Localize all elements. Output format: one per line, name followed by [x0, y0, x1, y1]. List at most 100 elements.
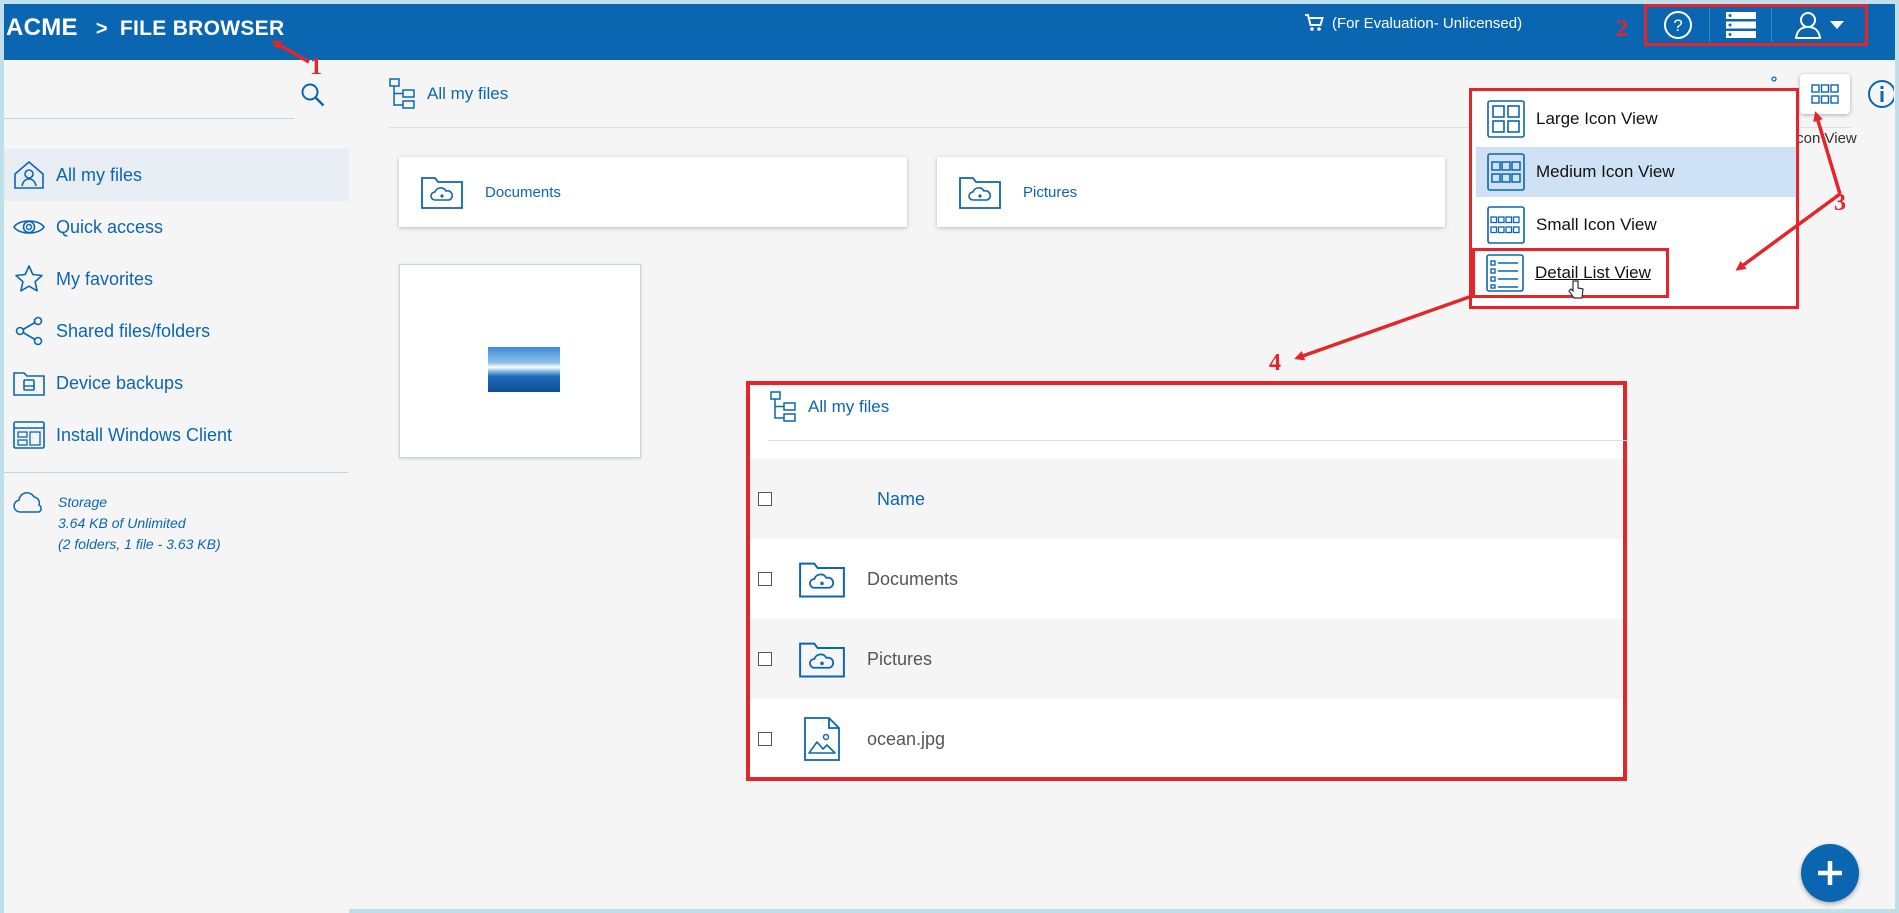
add-button[interactable]: [1801, 844, 1859, 902]
menu-item-label: Small Icon View: [1536, 215, 1657, 234]
star-icon: [12, 262, 46, 296]
caret-down-icon: [1829, 21, 1844, 29]
breadcrumb: ACME > FILE BROWSER: [6, 14, 284, 42]
annotation-label-4: 4: [1269, 350, 1281, 376]
sidebar-item-label: Shared files/folders: [56, 320, 211, 341]
menu-item-detail-list-view[interactable]: Detail List View: [1472, 248, 1669, 299]
server-icon: [1725, 12, 1756, 38]
user-icon: [1794, 12, 1821, 39]
info-icon: [1868, 80, 1894, 108]
breadcrumb-label: All my files: [808, 397, 890, 416]
sidebar-item-label: Device backups: [56, 372, 184, 393]
ocean-thumbnail: [488, 347, 560, 392]
detail-list-icon: [1485, 253, 1525, 293]
search-button[interactable]: [300, 82, 326, 113]
hand-cursor-icon: [1568, 280, 1584, 299]
share-icon: [12, 314, 46, 348]
sidebar-item-my-favorites[interactable]: My favorites: [4, 253, 349, 305]
sidebar-item-shared-files-folders[interactable]: Shared files/folders: [4, 305, 349, 357]
search-icon: [301, 83, 325, 107]
row-name: ocean.jpg: [867, 728, 946, 749]
folder-tree-icon: [770, 391, 796, 422]
user-menu-button[interactable]: [1771, 8, 1865, 42]
sidebar-nav: All my files Quick access My favorites S…: [4, 149, 349, 461]
sort-button[interactable]: [1770, 76, 1778, 86]
search-field-underline[interactable]: [4, 118, 294, 119]
help-button[interactable]: ?: [1647, 8, 1709, 42]
row-name: Documents: [867, 568, 959, 589]
storage-info: Storage 3.64 KB of Unlimited (2 folders,…: [12, 492, 221, 555]
menu-item-small-icon-view[interactable]: Small Icon View: [1476, 200, 1796, 250]
sidebar-item-label: My favorites: [56, 268, 154, 289]
help-icon: ?: [1664, 11, 1692, 39]
menu-item-medium-icon-view[interactable]: Medium Icon View: [1476, 147, 1796, 197]
table-row[interactable]: ocean.jpg: [750, 699, 1623, 779]
view-menu: Large Icon View Medium Icon View Small I…: [1469, 88, 1799, 309]
view-tooltip: Icon View: [1792, 130, 1857, 147]
breadcrumb-separator: >: [95, 18, 108, 40]
image-card-ocean[interactable]: [399, 264, 641, 458]
toolbar-icons-group: ?: [1644, 4, 1868, 46]
sort-icon: [1771, 76, 1777, 82]
brand-name[interactable]: ACME: [6, 14, 78, 41]
image-file-icon: [797, 714, 847, 764]
cloud-folder-icon: [959, 177, 1001, 209]
menu-item-label: Medium Icon View: [1536, 162, 1675, 181]
detail-breadcrumb-divider: [768, 440, 1628, 441]
sidebar-item-quick-access[interactable]: Quick access: [4, 201, 349, 253]
sidebar-item-label: Quick access: [56, 216, 164, 237]
storage-title: Storage: [58, 494, 108, 510]
annotation-label-2: 2: [1616, 16, 1628, 42]
eye-icon: [12, 210, 46, 244]
section-title: FILE BROWSER: [119, 17, 285, 40]
medium-grid-icon: [1486, 152, 1526, 192]
annotation-label-1: 1: [310, 54, 322, 80]
row-checkbox[interactable]: [758, 572, 772, 586]
cloud-icon: [13, 492, 42, 513]
table-row[interactable]: Pictures: [750, 619, 1623, 699]
row-checkbox[interactable]: [758, 652, 772, 666]
menu-item-label: Detail List View: [1535, 263, 1651, 282]
breadcrumb-label: All my files: [427, 84, 509, 103]
device-backup-icon: [12, 366, 46, 400]
windows-client-icon: [12, 418, 46, 452]
column-header-name[interactable]: Name: [877, 489, 925, 510]
storage-usage: 3.64 KB of Unlimited: [58, 515, 186, 531]
sidebar-item-device-backups[interactable]: Device backups: [4, 357, 349, 409]
folder-tree-icon: [389, 78, 415, 109]
cloud-folder-icon: [797, 554, 847, 604]
cart-icon: [1305, 14, 1324, 31]
cloud-folder-icon: [797, 634, 847, 684]
small-grid-icon: [1486, 205, 1526, 245]
plus-icon: [1818, 861, 1842, 885]
info-button[interactable]: [1866, 78, 1894, 110]
annotation-label-3: 3: [1834, 190, 1846, 216]
row-checkbox[interactable]: [758, 732, 772, 746]
top-bar: ACME > FILE BROWSER (For Evaluation- Unlic…: [4, 4, 1895, 60]
folder-card-documents[interactable]: Documents: [399, 157, 907, 227]
cloud-folder-icon: [421, 177, 463, 209]
folder-card-label: Documents: [485, 183, 561, 201]
select-all-checkbox[interactable]: [758, 492, 772, 506]
sidebar-item-all-my-files[interactable]: All my files: [4, 149, 349, 201]
sidebar-item-install-windows-client[interactable]: Install Windows Client: [4, 409, 349, 461]
medium-grid-icon: [1811, 84, 1839, 104]
row-name: Pictures: [867, 648, 933, 669]
view-toggle-button[interactable]: [1800, 74, 1850, 114]
folder-card-pictures[interactable]: Pictures: [937, 157, 1445, 227]
menu-item-large-icon-view[interactable]: Large Icon View: [1476, 94, 1796, 144]
sidebar: All my files Quick access My favorites S…: [4, 60, 349, 913]
detail-list-preview: All my files Name Documents Pictures oce…: [746, 381, 1628, 781]
main-breadcrumb[interactable]: All my files: [389, 78, 508, 110]
server-button[interactable]: [1709, 8, 1771, 42]
detail-breadcrumb[interactable]: All my files: [770, 391, 889, 423]
table-header-row: Name: [750, 459, 1623, 539]
evaluation-notice[interactable]: (For Evaluation- Unlicensed): [1304, 14, 1522, 32]
svg-text:?: ?: [1673, 16, 1682, 35]
sidebar-divider: [4, 472, 349, 473]
table-row[interactable]: Documents: [750, 539, 1623, 619]
folder-card-label: Pictures: [1023, 183, 1078, 201]
home-user-icon: [12, 158, 46, 192]
storage-summary: (2 folders, 1 file - 3.63 KB): [58, 536, 221, 552]
menu-item-label: Large Icon View: [1536, 109, 1658, 128]
